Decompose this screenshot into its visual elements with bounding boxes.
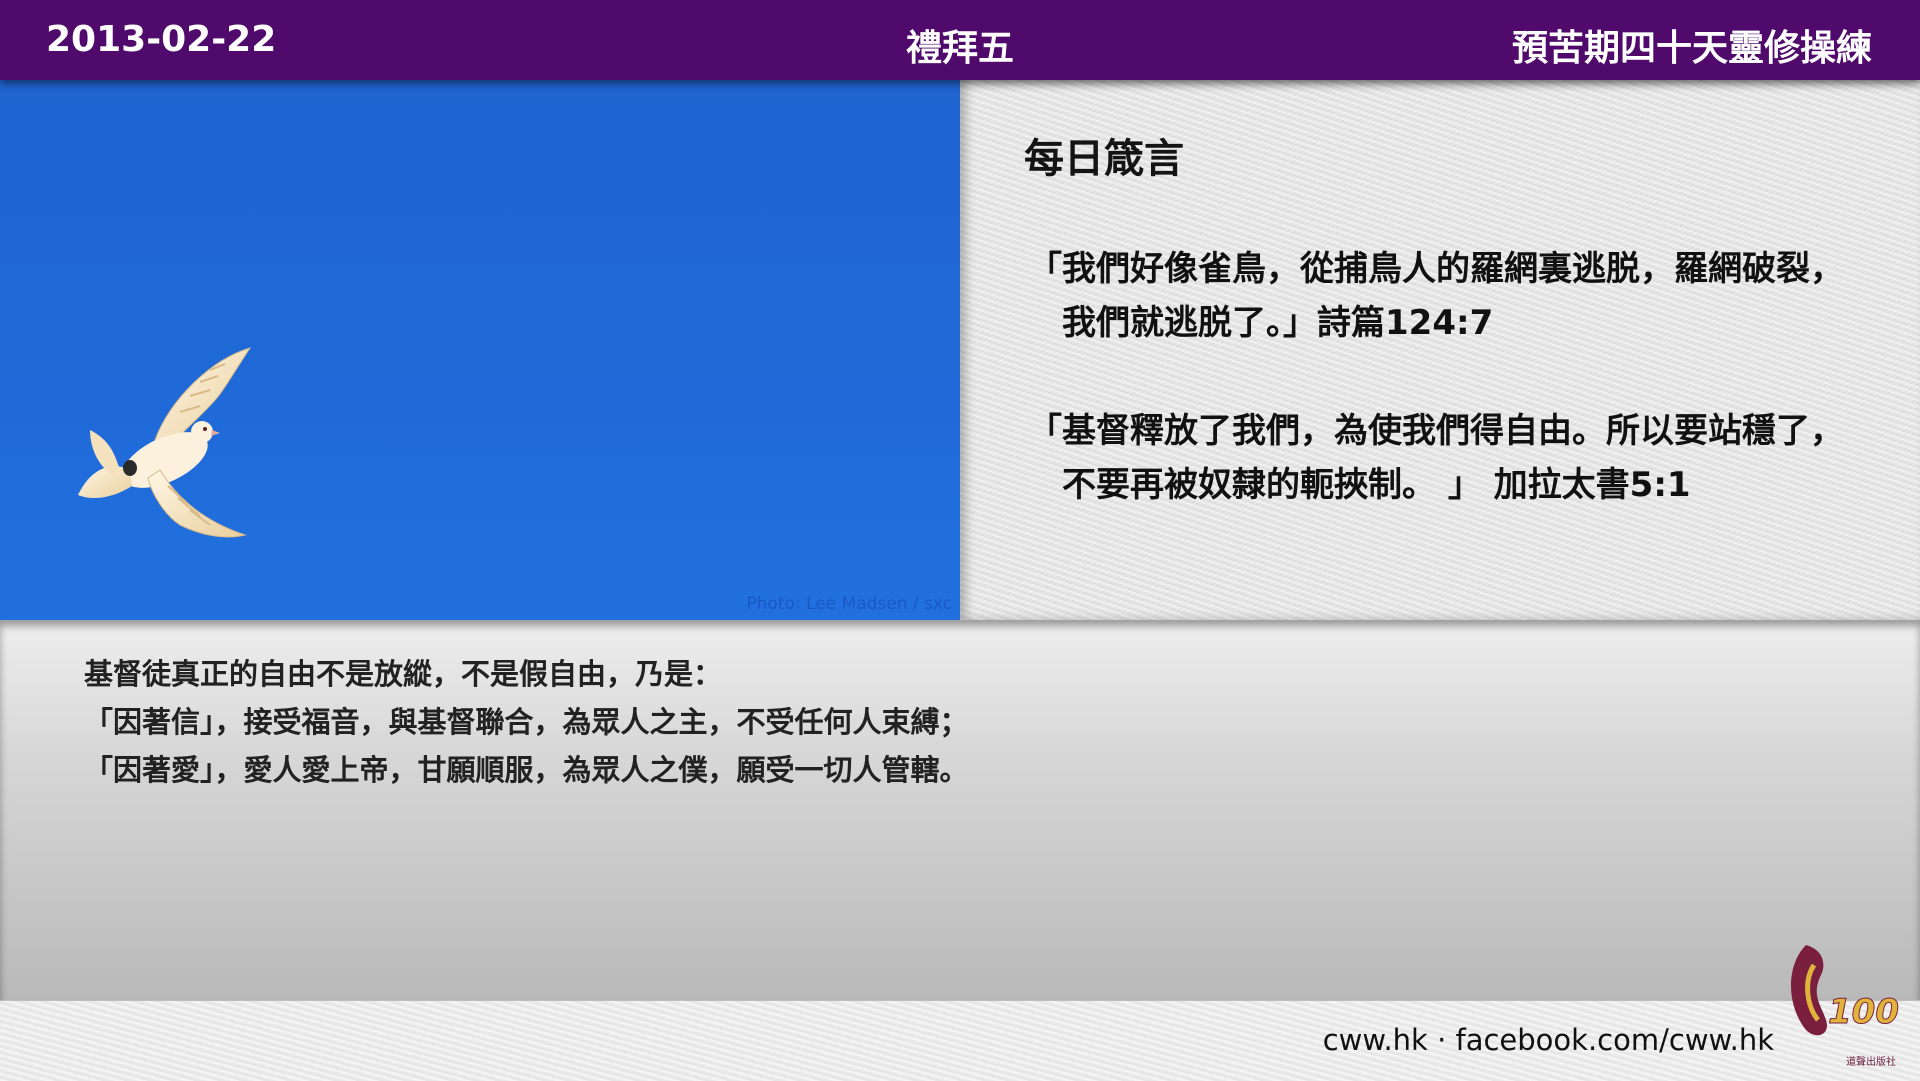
reflection-text: 基督徒真正的自由不是放縱，不是假自由，乃是： 「因著信」，接受福音，與基督聯合，… [84, 650, 969, 794]
svg-text:100: 100 [1828, 992, 1899, 1032]
publisher-name: 道聲出版社 [1846, 1057, 1896, 1068]
verse-line: 不要再被奴隸的軛挾制。 」 加拉太書5:1 [1062, 465, 1691, 505]
verse-item: 「基督釋放了我們，為使我們得自由。所以要站穩了， 不要再被奴隸的軛挾制。 」 加… [1028, 404, 1844, 512]
verse-heading: 每日箴言 [1024, 136, 1184, 182]
footer-links[interactable]: cww.hk · facebook.com/cww.hk [1323, 1023, 1774, 1057]
reflection-line: 「因著信」，接受福音，與基督聯合，為眾人之主，不受任何人束縛； [84, 705, 969, 739]
dove-icon [78, 347, 252, 538]
verse-line: 「基督釋放了我們，為使我們得自由。所以要站穩了， [1028, 411, 1844, 451]
verse-line: 我們就逃脱了。」詩篇124:7 [1062, 303, 1494, 343]
daily-verse-panel: 每日箴言 「我們好像雀鳥，從捕鳥人的羅網裏逃脱，羅網破裂， 我們就逃脱了。」詩篇… [960, 80, 1920, 620]
footer-bar: cww.hk · facebook.com/cww.hk [0, 1000, 1920, 1081]
photo-credit: Photo: Lee Madsen / sxc [746, 594, 952, 614]
header-bar: 2013-02-22 禮拜五 預苦期四十天靈修操練 [0, 0, 1920, 80]
verse-line: 「我們好像雀鳥，從捕鳥人的羅網裏逃脱，羅網破裂， [1028, 249, 1844, 289]
logo-emblem-icon: 100 [1791, 945, 1899, 1036]
series-title: 預苦期四十天靈修操練 [1511, 28, 1872, 69]
verse-item: 「我們好像雀鳥，從捕鳥人的羅網裏逃脱，羅網破裂， 我們就逃脱了。」詩篇124:7 [1028, 242, 1844, 350]
publisher-logo: 100 道聲出版社 [1776, 935, 1906, 1070]
footer-link-text[interactable]: cww.hk · facebook.com/cww.hk [1323, 1023, 1774, 1057]
reflection-line: 基督徒真正的自由不是放縱，不是假自由，乃是： [84, 657, 723, 691]
reflection-line: 「因著愛」，愛人愛上帝，甘願順服，為眾人之僕，願受一切人管轄。 [84, 753, 969, 787]
dove-photo: Photo: Lee Madsen / sxc [0, 80, 960, 620]
reflection-section: 基督徒真正的自由不是放縱，不是假自由，乃是： 「因著信」，接受福音，與基督聯合，… [0, 620, 1920, 1000]
